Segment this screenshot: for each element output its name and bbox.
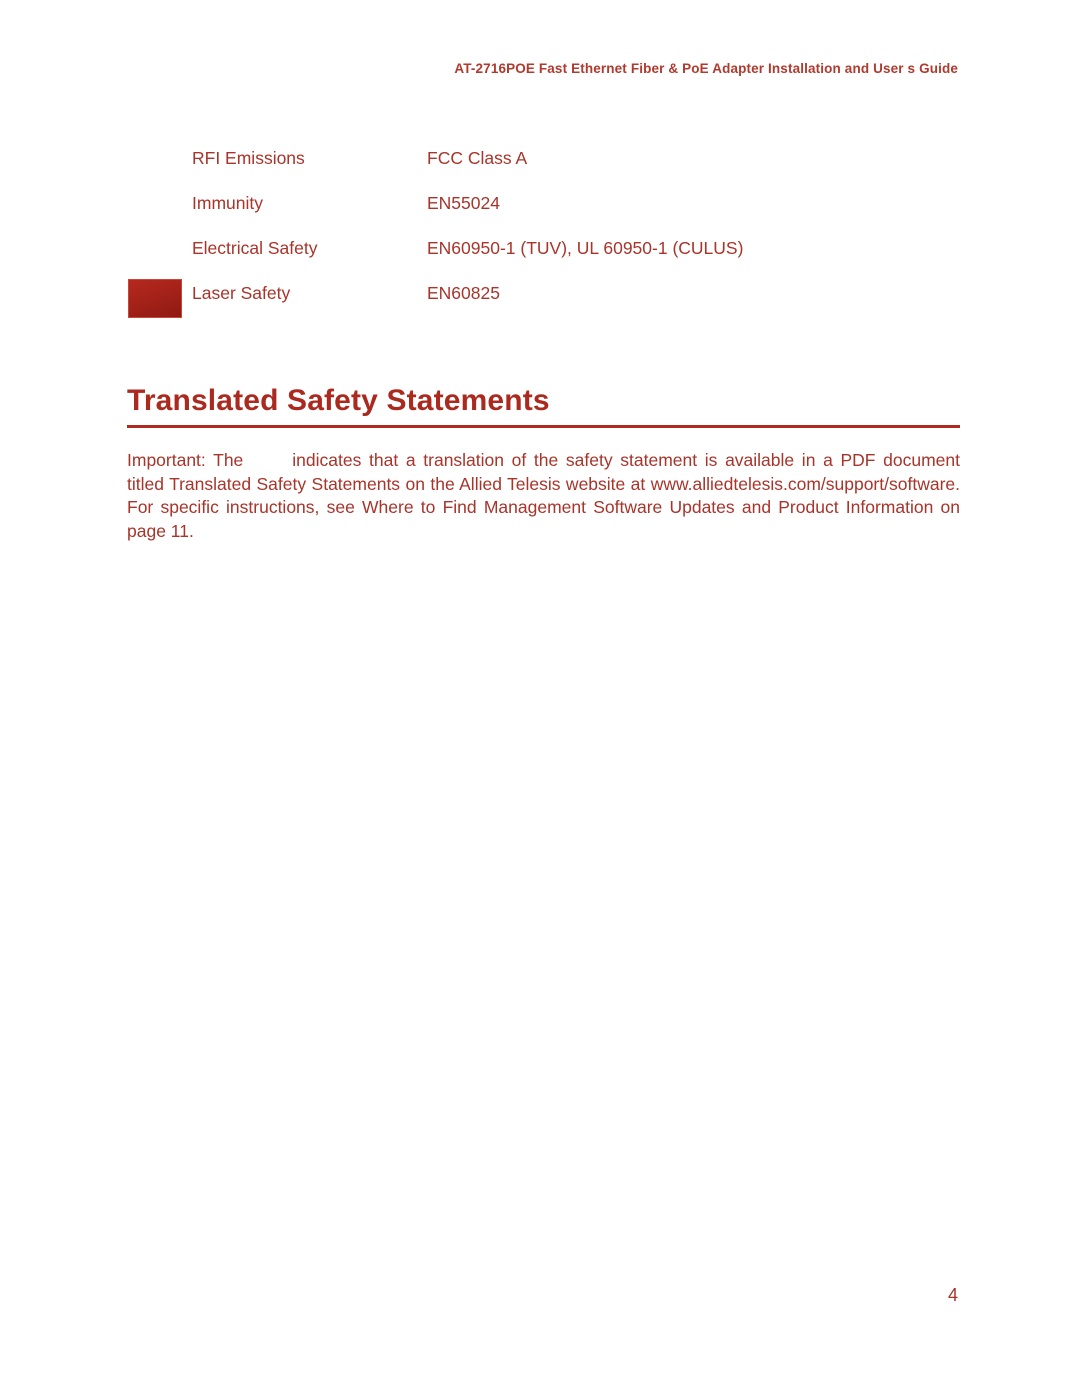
table-row: Laser Safety EN60825 <box>0 279 1080 328</box>
spec-value: EN60825 <box>427 283 500 303</box>
heading-divider <box>127 424 960 428</box>
spec-label: RFI Emissions <box>192 148 305 168</box>
page-title: Translated Safety Statements <box>127 384 550 417</box>
spec-value: FCC Class A <box>427 148 528 168</box>
table-row: Electrical Safety EN60950-1 (TUV), UL 60… <box>0 238 1080 283</box>
spec-value: EN55024 <box>427 193 500 213</box>
section-heading: Translated Safety Statements <box>127 385 960 428</box>
specifications-table: RFI Emissions FCC Class A Immunity EN550… <box>0 148 1080 328</box>
spec-value: EN60950-1 (TUV), UL 60950-1 (CULUS) <box>427 238 744 258</box>
spec-label: Laser Safety <box>192 283 291 303</box>
important-note: Important: The indicates that a translati… <box>127 449 960 543</box>
spec-label: Immunity <box>192 193 263 213</box>
important-note-prefix: Important: The <box>127 450 244 470</box>
table-row: RFI Emissions FCC Class A <box>0 148 1080 193</box>
laser-safety-marker-cell <box>128 279 182 318</box>
translated-statement-marker-icon <box>128 279 182 318</box>
document-page: AT-2716POE Fast Ethernet Fiber & PoE Ada… <box>0 0 1080 1397</box>
running-header: AT-2716POE Fast Ethernet Fiber & PoE Ada… <box>454 61 958 76</box>
body-paragraph: Important: The indicates that a translati… <box>127 449 960 543</box>
page-number: 4 <box>947 1285 958 1305</box>
spec-label: Electrical Safety <box>192 238 318 258</box>
table-row: Immunity EN55024 <box>0 193 1080 238</box>
important-note-text: indicates that a translation of the safe… <box>127 450 960 541</box>
